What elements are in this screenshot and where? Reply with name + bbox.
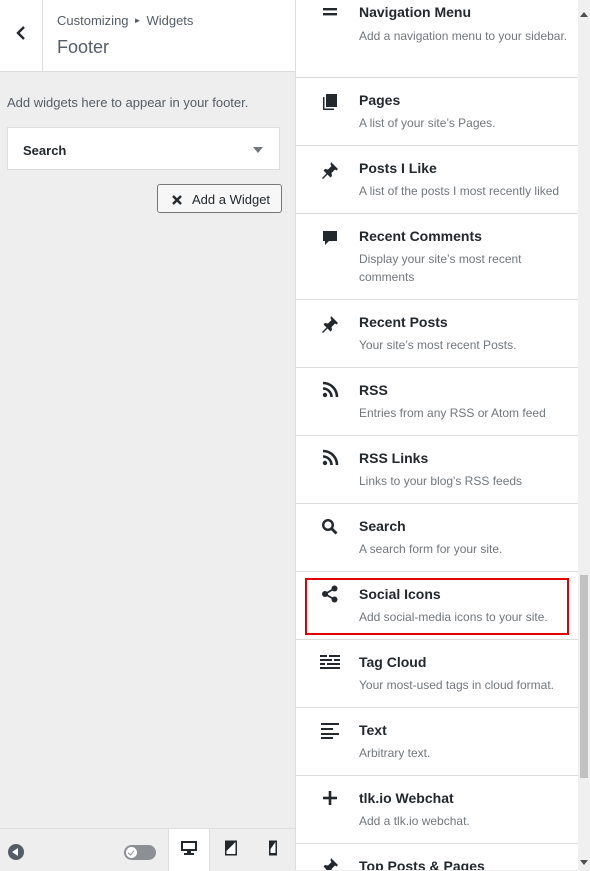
widget-item-social-icons[interactable]: Social Icons Add social-media icons to y… — [296, 572, 578, 640]
widget-description: Links to your blog's RSS feeds — [359, 474, 523, 488]
widget-item-recent-posts[interactable]: Recent Posts Your site’s most recent Pos… — [296, 300, 578, 368]
chevron-left-icon — [13, 25, 29, 46]
tablet-preview-button[interactable] — [210, 829, 252, 871]
widget-area-description: Add widgets here to appear in your foote… — [7, 95, 249, 110]
customizer-panel: Customizing ► Widgets Footer Add widgets h… — [0, 0, 296, 871]
widget-name: Posts I Like — [359, 160, 437, 176]
back-button[interactable] — [0, 0, 43, 71]
breadcrumb-separator-icon: ► — [133, 16, 142, 25]
rss-icon — [320, 448, 340, 468]
widget-item-tlkio-webchat[interactable]: tlk.io Webchat Add a tlk.io webchat. — [296, 776, 578, 844]
widget-item-text[interactable]: Text Arbitrary text. — [296, 708, 578, 776]
widget-name: Top Posts & Pages — [359, 858, 485, 870]
widget-name: Text — [359, 722, 387, 738]
menu-icon — [320, 4, 340, 24]
scroll-up-icon[interactable] — [580, 12, 588, 17]
widget-item-top-posts-pages[interactable]: Top Posts & Pages — [296, 844, 578, 870]
widget-item-pages[interactable]: Pages A list of your site’s Pages. — [296, 78, 578, 146]
tablet-icon — [222, 839, 240, 862]
rss-icon — [320, 380, 340, 400]
add-widget-button[interactable]: Add a Widget — [157, 184, 282, 213]
search-icon — [320, 517, 340, 537]
widget-item-rss[interactable]: RSS Entries from any RSS or Atom feed — [296, 368, 578, 436]
caret-down-icon[interactable] — [253, 147, 263, 153]
widget-name: Search — [359, 518, 406, 534]
widget-name: RSS Links — [359, 450, 429, 466]
widget-name: Tag Cloud — [359, 654, 427, 670]
tag-cloud-icon — [320, 653, 340, 673]
preview-toggle[interactable] — [124, 845, 156, 860]
collapse-sidebar-icon[interactable] — [8, 844, 24, 860]
widget-description: Add a navigation menu to your sidebar. — [359, 29, 568, 43]
breadcrumb-root: Customizing — [57, 13, 129, 28]
pin-icon — [320, 160, 340, 180]
widget-item-posts-i-like[interactable]: Posts I Like A list of the posts I most … — [296, 146, 578, 214]
widget-item-rss-links[interactable]: RSS Links Links to your blog's RSS feeds — [296, 436, 578, 504]
widget-item-search[interactable]: Search A search form for your site. — [296, 504, 578, 572]
widget-description: A search form for your site. — [359, 542, 503, 556]
pin-icon — [320, 856, 340, 870]
text-icon — [320, 721, 340, 741]
mobile-icon — [264, 839, 282, 862]
widget-description: Arbitrary text. — [359, 746, 431, 760]
share-icon — [320, 584, 340, 604]
widget-name: Navigation Menu — [359, 4, 472, 20]
scroll-down-icon[interactable] — [580, 860, 588, 865]
mobile-preview-button[interactable] — [252, 829, 294, 871]
widget-name: RSS — [359, 382, 388, 398]
plus-icon — [320, 788, 340, 808]
breadcrumb-section: Widgets — [146, 13, 194, 28]
pin-icon — [320, 314, 340, 334]
customizer-footer — [0, 828, 295, 871]
customizer-header: Customizing ► Widgets Footer — [0, 0, 295, 72]
widget-name: Recent Posts — [359, 314, 448, 330]
available-widgets-panel: Navigation Menu Add a navigation menu to… — [296, 0, 590, 870]
widget-description: A list of your site’s Pages. — [359, 116, 496, 130]
desktop-preview-button[interactable] — [168, 829, 210, 871]
comment-icon — [320, 228, 340, 248]
widget-item-tag-cloud[interactable]: Tag Cloud Your most-used tags in cloud f… — [296, 640, 578, 708]
widget-name: Pages — [359, 92, 401, 108]
widget-description: Add social-media icons to your site. — [359, 610, 548, 624]
widget-title: Search — [23, 143, 67, 158]
widget-name: Social Icons — [359, 586, 441, 602]
desktop-icon — [180, 839, 198, 862]
widget-item-navigation-menu[interactable]: Navigation Menu Add a navigation menu to… — [296, 0, 578, 78]
widget-item-recent-comments[interactable]: Recent Comments Display your site’s most… — [296, 214, 578, 300]
widget-description: Your most-used tags in cloud format. — [359, 678, 554, 692]
add-widget-label: Add a Widget — [192, 192, 271, 207]
widget-description: A list of the posts I most recently like… — [359, 184, 560, 198]
scrollbar[interactable] — [578, 0, 590, 870]
breadcrumb: Customizing ► Widgets — [57, 13, 193, 28]
widget-description: Entries from any RSS or Atom feed — [359, 406, 546, 420]
widget-name: Recent Comments — [359, 228, 482, 244]
widget-description: Your site’s most recent Posts. — [359, 338, 517, 352]
pages-icon — [320, 92, 340, 112]
scrollbar-thumb[interactable] — [580, 575, 588, 778]
widget-name: tlk.io Webchat — [359, 790, 454, 806]
widget-description: Add a tlk.io webchat. — [359, 814, 470, 828]
widget-description: Display your site’s most recent comments — [359, 252, 522, 284]
close-icon — [171, 193, 183, 205]
widget-search[interactable]: Search — [7, 127, 280, 170]
section-title: Footer — [57, 37, 110, 57]
